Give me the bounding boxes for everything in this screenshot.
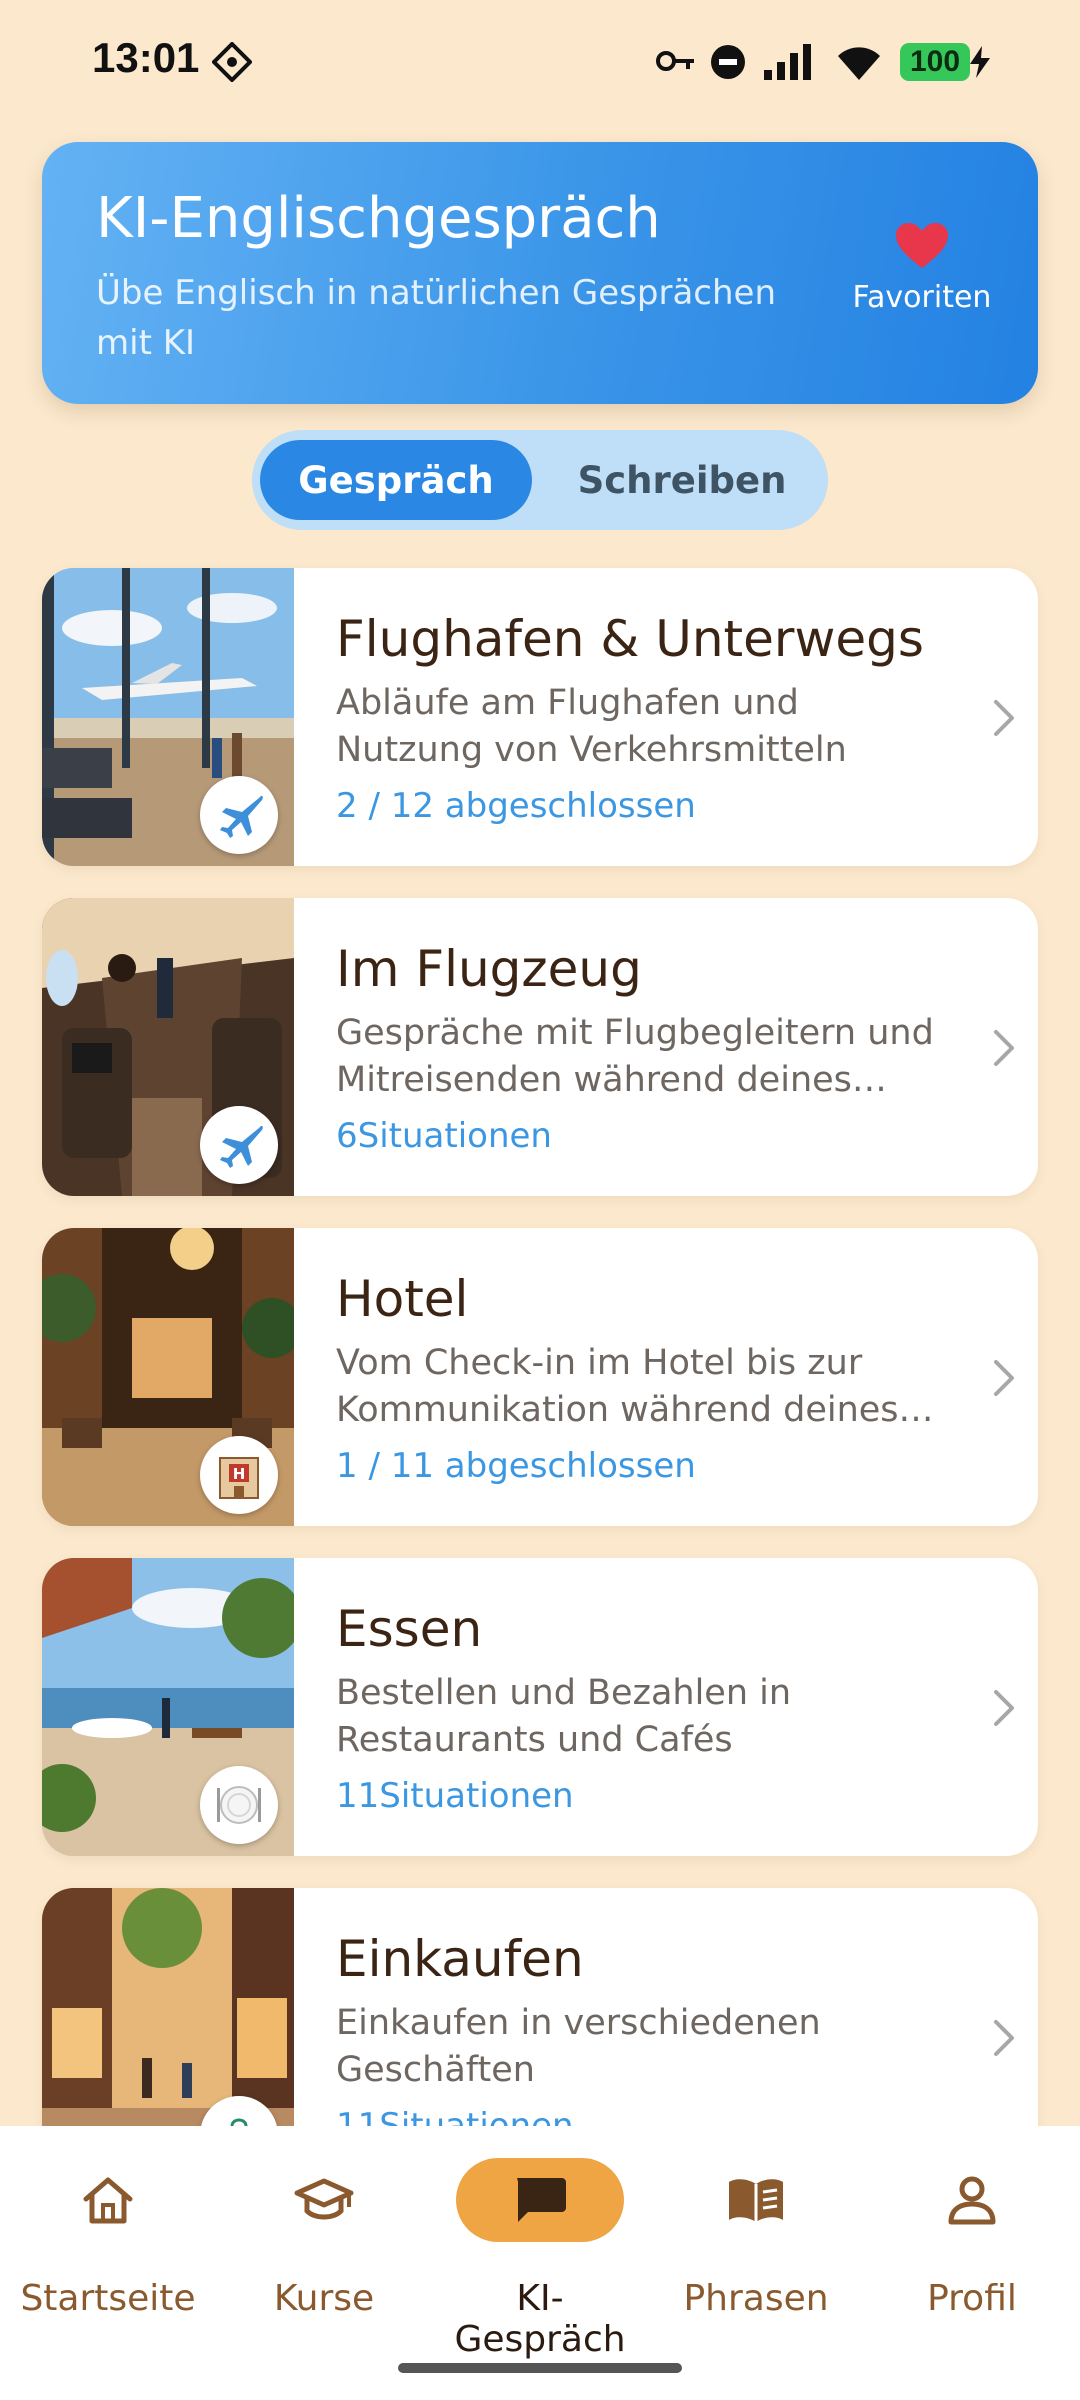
- category-card-hotel[interactable]: H Hotel Vom Check-in im Hotel bis zur Ko…: [42, 1228, 1038, 1526]
- hotel-icon: H: [200, 1436, 278, 1514]
- category-card-airplane[interactable]: Im Flugzeug Gespräche mit Flugbegleitern…: [42, 898, 1038, 1196]
- airplane-icon: [200, 776, 278, 854]
- book-icon: [725, 2158, 787, 2242]
- airplane-cabin-image: [42, 898, 294, 1196]
- status-time: 13:01: [92, 34, 200, 81]
- category-progress: 2 / 12 abgeschlossen: [336, 786, 696, 826]
- home-icon: [80, 2158, 136, 2242]
- svg-text:H: H: [233, 1465, 246, 1483]
- page-subtitle: Übe Englisch in natürlichen Gesprächen m…: [96, 273, 776, 363]
- chevron-right-icon: [992, 1028, 1016, 1072]
- heart-icon: [842, 222, 1002, 274]
- nav-label: Kurse: [273, 2278, 375, 2319]
- chevron-right-icon: [992, 698, 1016, 742]
- mode-tabs: Gespräch Schreiben: [252, 430, 828, 530]
- tab-gespraech[interactable]: Gespräch: [260, 440, 532, 520]
- header-card: KI-Englischgespräch Übe Englisch in natü…: [42, 142, 1038, 404]
- nav-label: Phrasen: [683, 2278, 829, 2319]
- category-card-food[interactable]: Essen Bestellen und Bezahlen in Restaura…: [42, 1558, 1038, 1856]
- chat-icon: [456, 2158, 624, 2242]
- category-title: Hotel: [336, 1270, 469, 1328]
- category-description: Abläufe am Flughafen und Nutzung von Ver…: [336, 683, 847, 770]
- category-progress: 1 / 11 abgeschlossen: [336, 1446, 696, 1486]
- charging-icon: [970, 46, 990, 82]
- category-title: Flughafen & Unterwegs: [336, 610, 924, 668]
- airport-image: [42, 568, 294, 866]
- nav-label: KI-Gespräch: [454, 2278, 626, 2360]
- nav-label: Startseite: [20, 2278, 196, 2319]
- restaurant-image: [42, 1558, 294, 1856]
- chevron-right-icon: [992, 1688, 1016, 1732]
- tab-schreiben[interactable]: Schreiben: [548, 440, 816, 520]
- do-not-disturb-icon: [710, 44, 746, 84]
- hotel-lobby-image: H: [42, 1228, 294, 1526]
- plate-icon: [200, 1766, 278, 1844]
- favorites-button[interactable]: Favoriten: [842, 222, 1002, 315]
- profile-icon: [946, 2158, 998, 2242]
- nav-item-ki-gespraech[interactable]: KI-Gespräch: [432, 2126, 648, 2360]
- category-title: Essen: [336, 1600, 483, 1658]
- category-progress: 6Situationen: [336, 1116, 552, 1156]
- status-bar: 13:01 100: [0, 0, 1080, 120]
- page-title: KI-Englischgespräch: [96, 186, 661, 251]
- category-title: Einkaufen: [336, 1930, 584, 1988]
- airplane-icon: [200, 1106, 278, 1184]
- category-card-airport[interactable]: Flughafen & Unterwegs Abläufe am Flughaf…: [42, 568, 1038, 866]
- vpn-diamond-icon: [211, 41, 253, 86]
- battery-indicator: 100: [900, 43, 970, 81]
- chevron-right-icon: [992, 1358, 1016, 1402]
- chevron-right-icon: [992, 2018, 1016, 2062]
- nav-item-profil[interactable]: Profil: [864, 2126, 1080, 2326]
- category-title: Im Flugzeug: [336, 940, 642, 998]
- graduation-cap-icon: [293, 2158, 355, 2242]
- nav-label: Profil: [927, 2278, 1017, 2319]
- nav-item-startseite[interactable]: Startseite: [0, 2126, 216, 2326]
- app-screen: 13:01 100 KI-Englischgespräch Übe Englis…: [0, 0, 1080, 2400]
- nav-item-kurse[interactable]: Kurse: [216, 2126, 432, 2326]
- category-description: Gespräche mit Flugbegleitern und Mitreis…: [336, 1013, 934, 1100]
- nav-item-phrasen[interactable]: Phrasen: [648, 2126, 864, 2326]
- bottom-navigation: Startseite Kurse KI-Gespräch Phrasen Pro…: [0, 2126, 1080, 2400]
- wifi-icon: [834, 42, 884, 86]
- category-progress: 11Situationen: [336, 1776, 574, 1816]
- home-indicator[interactable]: [398, 2363, 682, 2373]
- category-description: Vom Check-in im Hotel bis zur Kommunikat…: [336, 1343, 899, 1430]
- signal-icon: [764, 44, 818, 84]
- category-description: Einkaufen in verschiedenen Geschäften: [336, 2003, 821, 2090]
- category-description: Bestellen und Bezahlen in Restaurants un…: [336, 1673, 792, 1760]
- favorites-label: Favoriten: [852, 280, 992, 315]
- key-icon: [656, 48, 696, 78]
